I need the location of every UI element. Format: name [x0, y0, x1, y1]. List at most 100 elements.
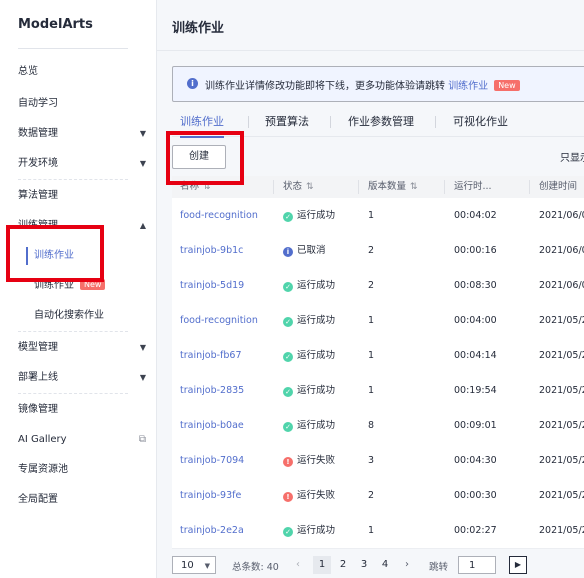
divider: [18, 393, 128, 394]
sidebar-item-label: 总览: [18, 66, 38, 77]
version-count: 1: [368, 525, 375, 536]
chevron-down-icon: ▼: [139, 159, 146, 168]
sidebar-item-dev-env[interactable]: 开发环境 ▼: [18, 154, 146, 174]
table-row[interactable]: food-recognition ✓ 运行成功 1 00:04:00 2021/05/2: [172, 303, 584, 339]
job-name-link[interactable]: trainjob-b0ae: [180, 408, 244, 443]
job-name-link[interactable]: trainjob-2835: [180, 373, 244, 408]
job-name-link[interactable]: food-recognition: [180, 198, 258, 233]
column-header-runtime[interactable]: 运行时...: [454, 176, 492, 198]
divider: [444, 180, 445, 194]
tab-preset-algorithm[interactable]: 预置算法: [265, 108, 309, 136]
sidebar-item-global-config[interactable]: 全局配置: [18, 490, 146, 510]
only-show-filter[interactable]: 只显示: [560, 149, 584, 164]
sidebar-subitem-auto-search-job[interactable]: 自动化搜索作业: [34, 306, 146, 326]
table-row[interactable]: trainjob-5d19 ✓ 运行成功 2 00:08:30 2021/06/0: [172, 268, 584, 304]
success-icon: ✓: [283, 317, 293, 327]
divider: [529, 180, 530, 194]
column-label: 名称: [180, 181, 200, 192]
version-count: 3: [368, 455, 375, 466]
job-name-link[interactable]: trainjob-93fe: [180, 478, 241, 513]
sidebar-item-label: 数据管理: [18, 128, 58, 139]
job-name-link[interactable]: trainjob-7094: [180, 443, 244, 478]
status-text: 运行成功: [297, 385, 336, 396]
sidebar-item-auto-learning[interactable]: 自动学习: [18, 94, 146, 114]
table-row[interactable]: trainjob-9b1c i 已取消 2 00:00:16 2021/06/0: [172, 233, 584, 269]
chevron-down-icon: ▼: [204, 562, 210, 570]
jump-page-input[interactable]: 1: [458, 556, 496, 574]
error-icon: !: [283, 457, 293, 467]
job-name-link[interactable]: trainjob-9b1c: [180, 233, 243, 268]
error-icon: !: [283, 492, 293, 502]
job-name-link[interactable]: trainjob-5d19: [180, 268, 244, 303]
tab-param-management[interactable]: 作业参数管理: [348, 108, 414, 136]
sidebar-subitem-training-job-new[interactable]: 训练作业 New: [34, 276, 146, 296]
table-row[interactable]: trainjob-2835 ✓ 运行成功 1 00:19:54 2021/05/2: [172, 373, 584, 409]
tab-training-job[interactable]: 训练作业: [180, 108, 224, 138]
info-icon: i: [283, 247, 293, 257]
sidebar-item-data-management[interactable]: 数据管理 ▼: [18, 124, 146, 144]
chevron-up-icon: ▲: [139, 221, 146, 230]
version-count: 2: [368, 280, 375, 291]
page-size-value: 10: [181, 560, 194, 571]
column-label: 版本数量: [368, 181, 407, 192]
table-header: 名称 ⇅ 状态 ⇅ 版本数量 ⇅ 运行时... 创建时间: [172, 176, 584, 199]
sidebar-item-label: 算法管理: [18, 190, 58, 201]
page-number-1[interactable]: 1: [313, 556, 331, 574]
version-count: 1: [368, 210, 375, 221]
created-time: 2021/05/2: [539, 490, 584, 501]
job-name-link[interactable]: trainjob-2e2a: [180, 513, 244, 548]
create-button[interactable]: 创建: [172, 145, 226, 169]
sidebar-item-label: 训练管理: [18, 220, 58, 231]
prev-page-icon[interactable]: ‹: [296, 559, 300, 570]
notice-message: 训练作业详情修改功能即将下线，更多功能体验请跳转: [205, 81, 445, 92]
page-number-4[interactable]: 4: [376, 556, 394, 574]
sidebar-item-algorithm-management[interactable]: 算法管理: [18, 186, 146, 206]
sidebar-item-ai-gallery[interactable]: AI Gallery ⧉: [18, 430, 146, 450]
sidebar-item-model-management[interactable]: 模型管理 ▼: [18, 338, 146, 358]
sidebar-item-label: 部署上线: [18, 372, 58, 383]
column-header-versions[interactable]: 版本数量 ⇅: [368, 176, 418, 198]
next-page-icon[interactable]: ›: [405, 559, 409, 570]
table-row[interactable]: food-recognition ✓ 运行成功 1 00:04:02 2021/06/0: [172, 198, 584, 234]
column-header-created[interactable]: 创建时间: [539, 176, 577, 198]
sidebar-item-deployment[interactable]: 部署上线 ▼: [18, 368, 146, 388]
sidebar-item-training-management[interactable]: 训练管理 ▲: [18, 216, 146, 236]
sidebar-item-image-management[interactable]: 镜像管理: [18, 400, 146, 420]
table-row[interactable]: trainjob-b0ae ✓ 运行成功 8 00:09:01 2021/05/2: [172, 408, 584, 444]
column-header-status[interactable]: 状态 ⇅: [283, 176, 314, 198]
info-icon: i: [187, 78, 198, 89]
sidebar-item-label: 镜像管理: [18, 404, 58, 415]
runtime: 00:00:16: [454, 245, 497, 256]
divider: [273, 180, 274, 194]
divider: [358, 180, 359, 194]
divider: [18, 331, 128, 332]
filter-icon: ⇅: [306, 182, 314, 192]
page-size-select[interactable]: 10 ▼: [172, 556, 216, 574]
table-row[interactable]: trainjob-93fe! 运行失败 2 00:00:30 2021/05/2: [172, 478, 584, 514]
jump-label: 跳转: [429, 562, 449, 573]
status-text: 运行成功: [297, 350, 336, 361]
jump-go-button[interactable]: ▶: [509, 556, 527, 574]
page-number-3[interactable]: 3: [355, 556, 373, 574]
created-time: 2021/05/2: [539, 525, 584, 536]
table-row[interactable]: trainjob-2e2a ✓ 运行成功 1 00:02:27 2021/05/2: [172, 513, 584, 549]
sort-icon: ⇅: [410, 182, 418, 192]
sidebar-item-label: 专属资源池: [18, 464, 68, 475]
sidebar-item-overview[interactable]: 总览: [18, 62, 146, 82]
notice-banner: i 训练作业详情修改功能即将下线，更多功能体验请跳转 训练作业 New: [172, 66, 584, 102]
page-number-2[interactable]: 2: [334, 556, 352, 574]
sidebar-item-dedicated-pool[interactable]: 专属资源池: [18, 460, 146, 480]
table-row[interactable]: trainjob-7094! 运行失败 3 00:04:30 2021/05/2: [172, 443, 584, 479]
divider: [248, 116, 249, 128]
success-icon: ✓: [283, 212, 293, 222]
table-row[interactable]: trainjob-fb67 ✓ 运行成功 1 00:04:14 2021/05/2: [172, 338, 584, 374]
notice-link[interactable]: 训练作业: [448, 81, 488, 92]
runtime: 00:04:00: [454, 315, 497, 326]
column-header-name[interactable]: 名称 ⇅: [180, 176, 211, 198]
success-icon: ✓: [283, 352, 293, 362]
tab-visualization-job[interactable]: 可视化作业: [453, 108, 508, 136]
sidebar-subitem-training-job[interactable]: 训练作业: [34, 246, 146, 266]
success-icon: ✓: [283, 282, 293, 292]
job-name-link[interactable]: food-recognition: [180, 303, 258, 338]
job-name-link[interactable]: trainjob-fb67: [180, 338, 242, 373]
